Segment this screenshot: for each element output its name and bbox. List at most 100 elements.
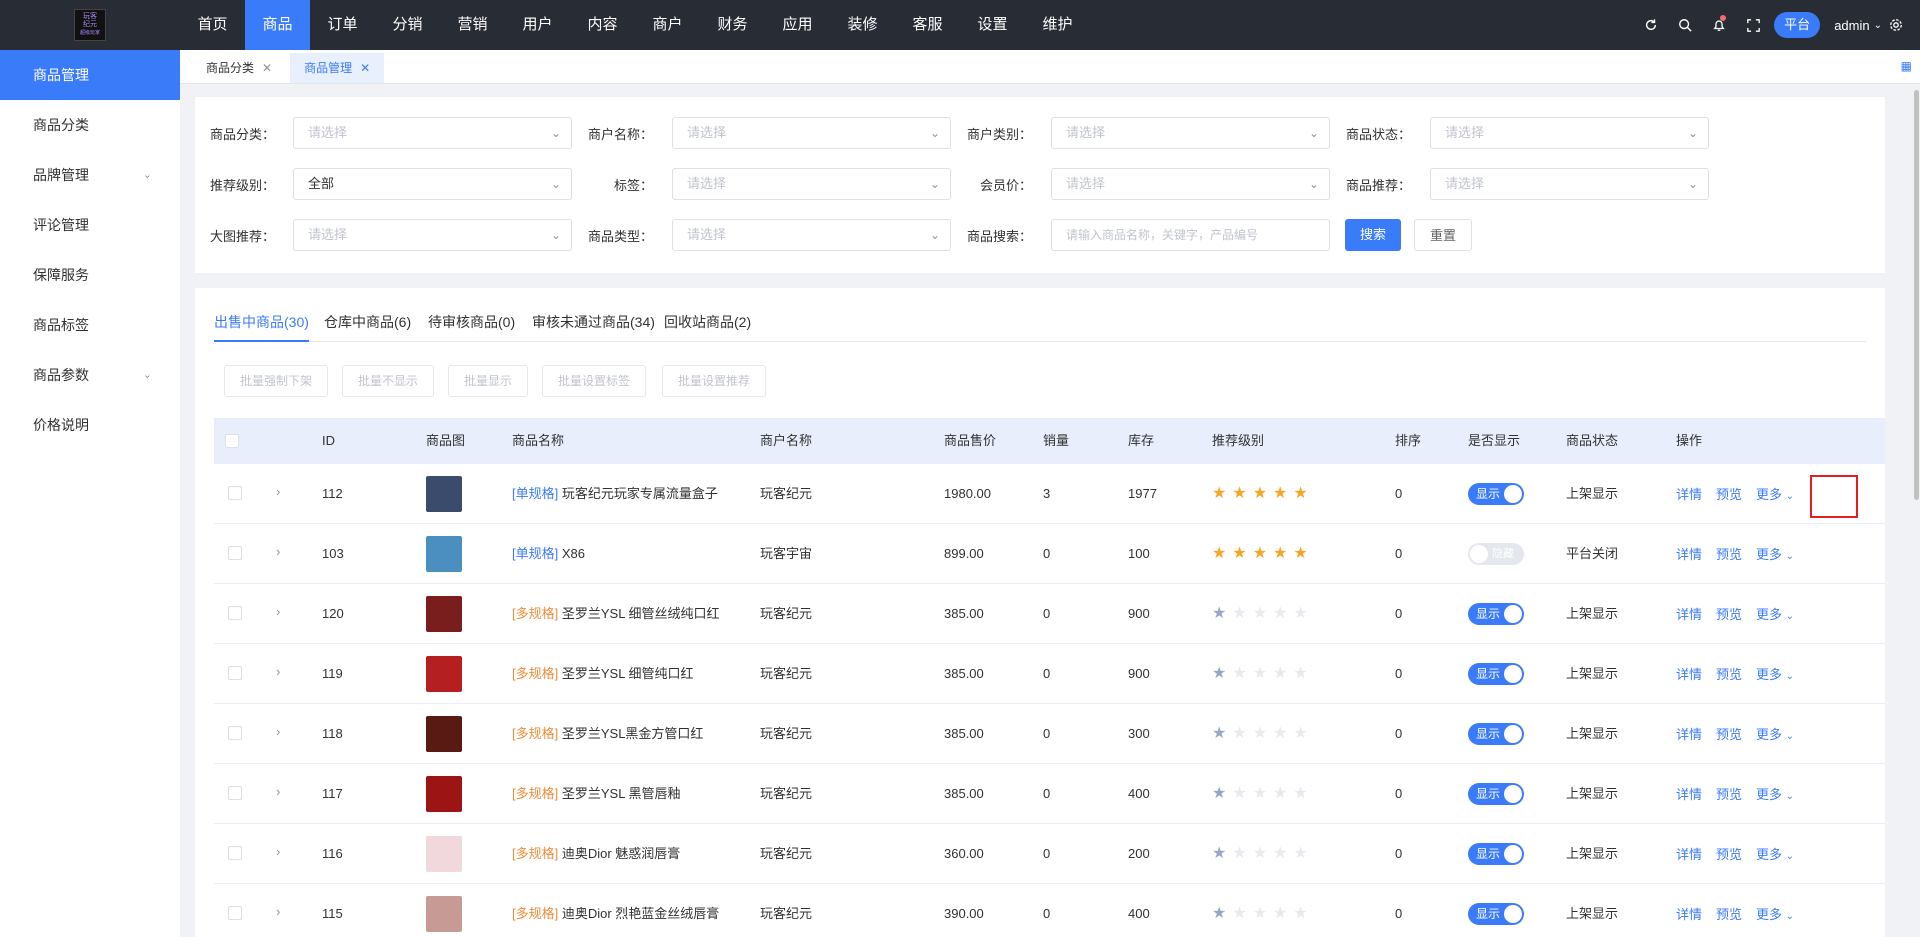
product-name-cell[interactable]: [多规格] 圣罗兰YSL黑金方管口红 xyxy=(512,704,703,764)
more-dropdown[interactable]: 更多 ⌄ xyxy=(1756,584,1794,648)
recommend-stars[interactable]: ★★★★★ xyxy=(1212,704,1314,764)
recommend-stars[interactable]: ★★★★★ xyxy=(1212,824,1314,884)
merchant-name-select[interactable]: 请选择 ⌄ xyxy=(672,117,951,149)
preview-link[interactable]: 预览 xyxy=(1716,524,1742,586)
show-toggle[interactable]: 显示 xyxy=(1468,843,1524,865)
more-dropdown[interactable]: 更多 ⌄ xyxy=(1756,524,1794,588)
product-thumbnail[interactable] xyxy=(426,776,462,812)
status-tab[interactable]: 出售中商品(30) xyxy=(214,308,309,342)
star-icon[interactable]: ★ xyxy=(1273,845,1293,862)
star-icon[interactable]: ★ xyxy=(1273,785,1293,802)
top-nav-item[interactable]: 分销 xyxy=(375,0,440,50)
show-toggle[interactable]: 显示 xyxy=(1468,663,1524,685)
star-icon[interactable]: ★ xyxy=(1253,665,1273,682)
star-icon[interactable]: ★ xyxy=(1273,905,1293,922)
app-logo[interactable]: 玩客 纪元 超级玩家 xyxy=(74,9,106,41)
star-icon[interactable]: ★ xyxy=(1232,605,1252,622)
page-scrollbar[interactable] xyxy=(1912,50,1920,500)
show-toggle[interactable]: 显示 xyxy=(1468,483,1524,505)
star-icon[interactable]: ★ xyxy=(1273,725,1293,742)
star-icon[interactable]: ★ xyxy=(1212,905,1232,922)
row-checkbox[interactable] xyxy=(228,666,242,680)
star-icon[interactable]: ★ xyxy=(1293,905,1313,922)
star-icon[interactable]: ★ xyxy=(1293,725,1313,742)
search-button[interactable]: 搜索 xyxy=(1345,219,1402,251)
star-icon[interactable]: ★ xyxy=(1253,485,1273,502)
status-tab[interactable]: 回收站商品(2) xyxy=(664,308,751,342)
show-toggle[interactable]: 隐藏 xyxy=(1468,543,1524,565)
product-name-cell[interactable]: [单规格] 玩客纪元玩家专属流量盒子 xyxy=(512,464,718,524)
expand-row-icon[interactable]: › xyxy=(276,484,280,499)
star-icon[interactable]: ★ xyxy=(1253,905,1273,922)
gear-icon[interactable] xyxy=(1882,0,1910,50)
bell-icon[interactable] xyxy=(1702,0,1736,50)
product-thumbnail[interactable] xyxy=(426,716,462,752)
star-icon[interactable]: ★ xyxy=(1232,545,1252,562)
sidebar-item[interactable]: 价格说明 xyxy=(0,400,180,450)
top-nav-item[interactable]: 设置 xyxy=(960,0,1025,50)
more-dropdown[interactable]: 更多 ⌄ xyxy=(1756,824,1794,888)
batch-action-button[interactable]: 批量显示 xyxy=(448,365,529,397)
detail-link[interactable]: 详情 xyxy=(1676,584,1702,646)
star-icon[interactable]: ★ xyxy=(1273,605,1293,622)
product-name-cell[interactable]: [多规格] 圣罗兰YSL 细管纯口红 xyxy=(512,644,694,704)
preview-link[interactable]: 预览 xyxy=(1716,464,1742,526)
top-nav-item[interactable]: 营销 xyxy=(440,0,505,50)
detail-link[interactable]: 详情 xyxy=(1676,644,1702,706)
recommend-stars[interactable]: ★★★★★ xyxy=(1212,764,1314,824)
more-dropdown[interactable]: 更多 ⌄ xyxy=(1756,764,1794,828)
page-tab[interactable]: 商品分类 ✕ xyxy=(192,53,286,83)
search-icon[interactable] xyxy=(1668,0,1702,50)
preview-link[interactable]: 预览 xyxy=(1716,644,1742,706)
star-icon[interactable]: ★ xyxy=(1253,725,1273,742)
show-toggle[interactable]: 显示 xyxy=(1468,603,1524,625)
show-toggle[interactable]: 显示 xyxy=(1468,903,1524,925)
star-icon[interactable]: ★ xyxy=(1212,725,1232,742)
star-icon[interactable]: ★ xyxy=(1253,545,1273,562)
top-nav-item[interactable]: 应用 xyxy=(765,0,830,50)
user-menu[interactable]: admin ⌄ xyxy=(1834,18,1882,33)
more-dropdown[interactable]: 更多 ⌄ xyxy=(1756,704,1794,768)
preview-link[interactable]: 预览 xyxy=(1716,884,1742,937)
star-icon[interactable]: ★ xyxy=(1273,545,1293,562)
star-icon[interactable]: ★ xyxy=(1232,785,1252,802)
star-icon[interactable]: ★ xyxy=(1212,845,1232,862)
recommend-stars[interactable]: ★★★★★ xyxy=(1212,584,1314,644)
show-toggle[interactable]: 显示 xyxy=(1468,723,1524,745)
merchant-type-select[interactable]: 请选择 ⌄ xyxy=(1051,117,1330,149)
star-icon[interactable]: ★ xyxy=(1293,845,1313,862)
more-dropdown[interactable]: 更多 ⌄ xyxy=(1756,644,1794,708)
fullscreen-icon[interactable] xyxy=(1736,0,1770,50)
select-all-checkbox[interactable] xyxy=(225,434,239,448)
product-name-cell[interactable]: [多规格] 迪奥Dior 烈艳蓝金丝绒唇膏 xyxy=(512,884,719,937)
sidebar-item[interactable]: 保障服务 xyxy=(0,250,180,300)
scrollbar-thumb[interactable] xyxy=(1914,90,1919,500)
recommend-stars[interactable]: ★★★★★ xyxy=(1212,464,1314,524)
star-icon[interactable]: ★ xyxy=(1232,845,1252,862)
star-icon[interactable]: ★ xyxy=(1273,665,1293,682)
sidebar-item[interactable]: 品牌管理 ⌄ xyxy=(0,150,180,200)
status-tab[interactable]: 仓库中商品(6) xyxy=(324,308,411,342)
top-nav-item[interactable]: 商品 xyxy=(245,0,310,50)
star-icon[interactable]: ★ xyxy=(1232,485,1252,502)
row-checkbox[interactable] xyxy=(228,486,242,500)
top-nav-item[interactable]: 首页 xyxy=(180,0,245,50)
star-icon[interactable]: ★ xyxy=(1273,485,1293,502)
sidebar-item[interactable]: 评论管理 xyxy=(0,200,180,250)
sidebar-item[interactable]: 商品管理 xyxy=(0,50,180,100)
detail-link[interactable]: 详情 xyxy=(1676,524,1702,586)
recommend-stars[interactable]: ★★★★★ xyxy=(1212,644,1314,704)
preview-link[interactable]: 预览 xyxy=(1716,764,1742,826)
preview-link[interactable]: 预览 xyxy=(1716,704,1742,766)
status-tab[interactable]: 待审核商品(0) xyxy=(428,308,515,342)
expand-row-icon[interactable]: › xyxy=(276,544,280,559)
star-icon[interactable]: ★ xyxy=(1232,905,1252,922)
tag-select[interactable]: 请选择 ⌄ xyxy=(672,168,951,200)
product-recommend-select[interactable]: 请选择 ⌄ xyxy=(1430,168,1709,200)
detail-link[interactable]: 详情 xyxy=(1676,824,1702,886)
sidebar-item[interactable]: 商品参数 ⌄ xyxy=(0,350,180,400)
star-icon[interactable]: ★ xyxy=(1232,665,1252,682)
product-search-input[interactable]: 请输入商品名称，关键字，产品编号 xyxy=(1051,219,1330,251)
top-nav-item[interactable]: 内容 xyxy=(570,0,635,50)
more-dropdown[interactable]: 更多 ⌄ xyxy=(1756,464,1794,528)
